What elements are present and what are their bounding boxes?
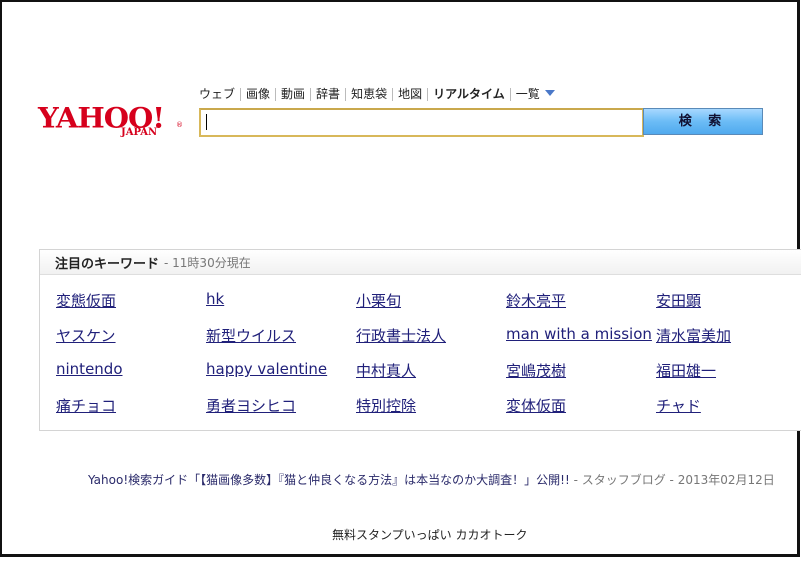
tab-map[interactable]: 地図 — [392, 88, 427, 101]
news-line: Yahoo!検索ガイド「【猫画像多数】『猫と仲良くなる方法』は本当なのか大調査！… — [88, 471, 775, 488]
keyword-link[interactable]: 行政書士法人 — [356, 325, 446, 346]
tab-list-dropdown[interactable]: 一覧 — [509, 87, 560, 101]
keyword-link[interactable]: 安田顕 — [656, 290, 701, 311]
chevron-down-icon — [544, 90, 555, 96]
keyword-link[interactable]: 鈴木亮平 — [506, 290, 566, 311]
tab-chiebukuro[interactable]: 知恵袋 — [345, 88, 392, 101]
keyword-link[interactable]: man with a mission — [506, 325, 652, 343]
yahoo-japan-logo[interactable]: YAHOO! ® JAPAN — [38, 102, 188, 146]
tab-dictionary[interactable]: 辞書 — [310, 88, 345, 101]
text-caret — [206, 114, 207, 130]
keyword-link[interactable]: 勇者ヨシヒコ — [206, 395, 296, 416]
keyword-link[interactable]: 新型ウイルス — [206, 325, 296, 346]
keyword-link[interactable]: 痛チョコ — [56, 395, 116, 416]
news-date: - 2013年02月12日 — [665, 473, 775, 487]
trending-keywords-title: 注目のキーワード — [55, 256, 160, 272]
keyword-link[interactable]: 特別控除 — [356, 395, 416, 416]
tab-list-label: 一覧 — [515, 87, 540, 101]
keyword-link[interactable]: 変態仮面 — [56, 290, 116, 311]
news-link[interactable]: Yahoo!検索ガイド「【猫画像多数】『猫と仲良くなる方法』は本当なのか大調査！… — [88, 473, 570, 487]
keyword-link[interactable]: ヤスケン — [56, 325, 116, 346]
logo-sub-text: JAPAN — [121, 127, 158, 138]
keyword-link[interactable]: hk — [206, 290, 224, 308]
tab-video[interactable]: 動画 — [275, 88, 310, 101]
keyword-link[interactable]: 清水富美加 — [656, 325, 731, 346]
keyword-link[interactable]: happy valentine — [206, 360, 327, 378]
news-source: - スタッフブログ — [569, 473, 666, 487]
trending-keywords-timestamp: - 11時30分現在 — [164, 255, 251, 270]
tab-web[interactable]: ウェブ — [197, 88, 240, 101]
trending-keywords-panel: 注目のキーワード - 11時30分現在 変態仮面 hk 小栗旬 鈴木亮平 安田顕… — [39, 249, 801, 431]
keyword-link[interactable]: 変体仮面 — [506, 395, 566, 416]
tab-realtime[interactable]: リアルタイム — [427, 88, 510, 101]
tab-images[interactable]: 画像 — [240, 88, 275, 101]
search-input[interactable] — [199, 108, 644, 137]
keyword-link[interactable]: 中村真人 — [356, 360, 416, 381]
keyword-link[interactable]: 小栗旬 — [356, 290, 401, 311]
trending-keywords-header: 注目のキーワード - 11時30分現在 — [40, 250, 801, 275]
footer-promo-link[interactable]: 無料スタンプいっぱい カカオトーク — [332, 526, 527, 543]
keyword-link[interactable]: 福田雄一 — [656, 360, 716, 381]
logo-registered-mark: ® — [176, 121, 183, 129]
keyword-link[interactable]: nintendo — [56, 360, 123, 378]
keyword-link[interactable]: 宮嶋茂樹 — [506, 360, 566, 381]
keyword-link[interactable]: チャド — [656, 395, 701, 416]
search-category-tabs: ウェブ 画像 動画 辞書 知恵袋 地図 リアルタイム 一覧 — [197, 88, 560, 101]
search-button[interactable]: 検 索 — [643, 108, 763, 135]
